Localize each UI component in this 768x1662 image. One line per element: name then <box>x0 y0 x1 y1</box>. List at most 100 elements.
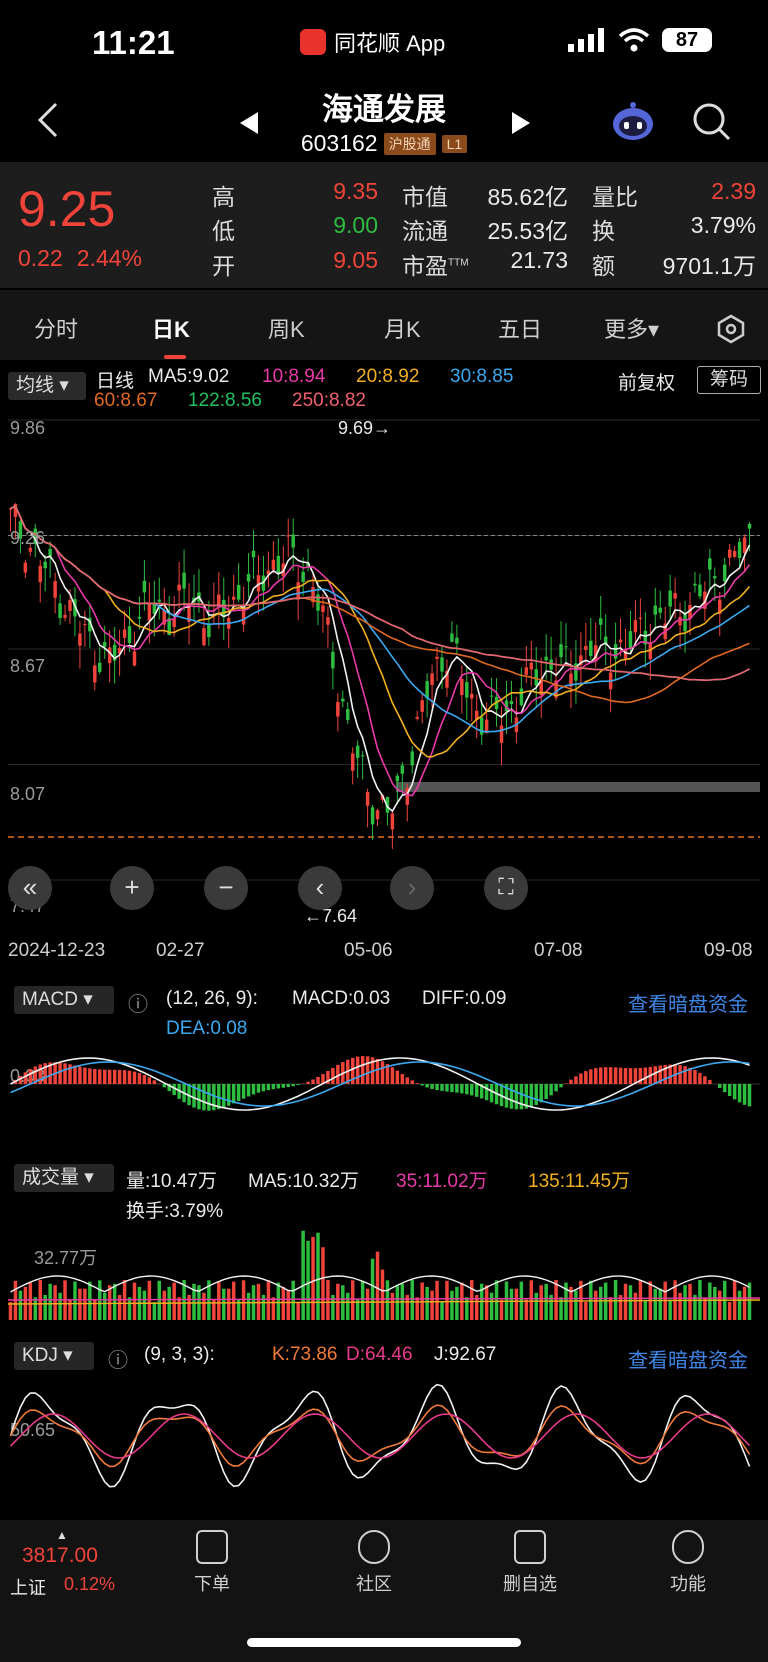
kdj-dark-fund-link[interactable]: 查看暗盘资金 <box>628 1344 748 1373</box>
candle-body <box>53 581 57 598</box>
volume-value: 量:10.47万 <box>126 1171 217 1192</box>
candle-body <box>499 725 504 743</box>
kdj-dropdown-button[interactable]: KDJ ▾ <box>14 1342 94 1370</box>
home-indicator <box>247 1638 521 1647</box>
candle-body <box>321 605 325 612</box>
nav-remove-watchlist[interactable]: 删自选 <box>490 1530 570 1596</box>
macd-dark-fund-link[interactable]: 查看暗盘资金 <box>628 988 748 1017</box>
candle-body <box>708 558 712 570</box>
scroll-left-button[interactable]: ‹ <box>298 866 342 910</box>
status-app-label: 同花顺 App <box>300 26 445 58</box>
candle-body <box>598 618 603 625</box>
ma5-line <box>10 505 751 813</box>
candle-body <box>747 523 752 529</box>
macd-help-icon[interactable]: ⓘ <box>128 988 148 1017</box>
candle-body <box>395 775 400 782</box>
candle-body <box>732 550 737 557</box>
minus-box-icon <box>514 1530 546 1564</box>
high-label: 高 <box>212 184 235 210</box>
candle-body <box>465 682 469 698</box>
candle-body <box>658 607 662 613</box>
tab-weekly-k[interactable]: 周K <box>268 312 305 344</box>
next-stock-icon[interactable] <box>510 110 532 136</box>
zoom-out-button[interactable]: − <box>204 866 248 910</box>
scroll-right-button[interactable]: › <box>390 866 434 910</box>
candle-body <box>375 810 380 820</box>
candle-body <box>301 571 305 582</box>
candle-body <box>534 669 538 686</box>
candle-body <box>202 628 206 646</box>
battery-icon: 87 <box>662 28 712 52</box>
candle-body <box>489 695 494 697</box>
candle-body <box>93 665 97 683</box>
high-value: 9.35 <box>333 178 378 204</box>
kdj-d: D:64.46 <box>346 1344 413 1365</box>
adjust-label[interactable]: 前复权 <box>618 368 675 395</box>
zoom-in-button[interactable]: + <box>110 866 154 910</box>
open-label: 开 <box>212 253 235 279</box>
amount-value: 9701.1万 <box>662 253 756 279</box>
chips-button[interactable]: 筹码 <box>697 366 761 394</box>
date-tick-4: 09-08 <box>704 940 753 961</box>
float-value: 25.53亿 <box>487 218 568 244</box>
candle-body <box>410 751 414 766</box>
ma10-value: 10:8.94 <box>262 366 326 387</box>
volume-chart <box>7 1230 761 1320</box>
macd-params: (12, 26, 9): <box>166 988 258 1009</box>
macd-dropdown-button[interactable]: MACD ▾ <box>14 986 114 1014</box>
candle-body <box>524 667 529 675</box>
candle-body <box>236 584 241 600</box>
kdj-d-line <box>9 1413 751 1459</box>
turnover-value: 3.79% <box>690 212 756 238</box>
volume-dropdown-button[interactable]: 成交量 ▾ <box>14 1164 114 1192</box>
search-icon[interactable] <box>692 102 732 142</box>
candle-body <box>296 582 300 600</box>
kdj-help-icon[interactable]: ⓘ <box>108 1344 128 1373</box>
candle-body <box>698 584 702 597</box>
collapse-left-button[interactable]: « <box>8 866 52 910</box>
robot-assistant-icon[interactable] <box>610 100 656 144</box>
stock-code: 603162 <box>300 130 378 156</box>
resistance-band <box>396 782 760 792</box>
nav-community[interactable]: 社区 <box>334 1530 414 1596</box>
volume-ma5: MA5:10.32万 <box>248 1171 359 1192</box>
index-name: 上证 <box>10 1578 46 1598</box>
ma-dropdown-button[interactable]: 均线 ▾ <box>8 372 86 400</box>
document-icon <box>196 1530 228 1564</box>
ma122-value: 122:8.56 <box>188 390 262 411</box>
date-tick-2: 05-06 <box>344 940 393 961</box>
candle-body <box>350 753 355 771</box>
candle-body <box>683 614 687 632</box>
tab-monthly-k[interactable]: 月K <box>384 312 421 344</box>
nav-functions[interactable]: 功能 <box>648 1530 728 1596</box>
volume-ma35: 35:11.02万 <box>396 1171 488 1192</box>
candle-body <box>23 562 28 573</box>
candle-body <box>435 656 439 659</box>
ma5-value: MA5:9.02 <box>148 366 230 387</box>
candle-body <box>589 640 593 657</box>
tab-five-day[interactable]: 五日 <box>498 312 542 344</box>
macd-chart <box>8 1056 760 1111</box>
current-price: 9.25 <box>18 181 116 237</box>
candle-body <box>251 550 256 558</box>
tab-daily-k[interactable]: 日K <box>152 312 190 344</box>
candlestick-chart[interactable] <box>0 412 768 930</box>
candle-body <box>370 807 375 825</box>
exchange-tag: 沪股通 <box>383 132 436 155</box>
candle-body <box>291 534 295 548</box>
candle-body <box>182 572 186 589</box>
tab-more[interactable]: 更多▾ <box>604 312 659 344</box>
candle-body <box>564 646 568 648</box>
settings-hex-icon[interactable] <box>716 314 746 344</box>
candle-body <box>420 700 424 712</box>
mktcap-label: 市值 <box>402 184 448 210</box>
index-value[interactable]: 3817.00 <box>22 1544 98 1568</box>
candle-body <box>63 614 67 618</box>
candle-body <box>331 651 335 669</box>
low-label: 低 <box>212 218 235 244</box>
candle-body <box>231 596 236 600</box>
fullscreen-button[interactable]: ⛶ <box>484 866 528 910</box>
nav-order[interactable]: 下单 <box>172 1530 252 1596</box>
tab-intraday[interactable]: 分时 <box>34 312 78 344</box>
status-time: 11:21 <box>92 24 175 61</box>
